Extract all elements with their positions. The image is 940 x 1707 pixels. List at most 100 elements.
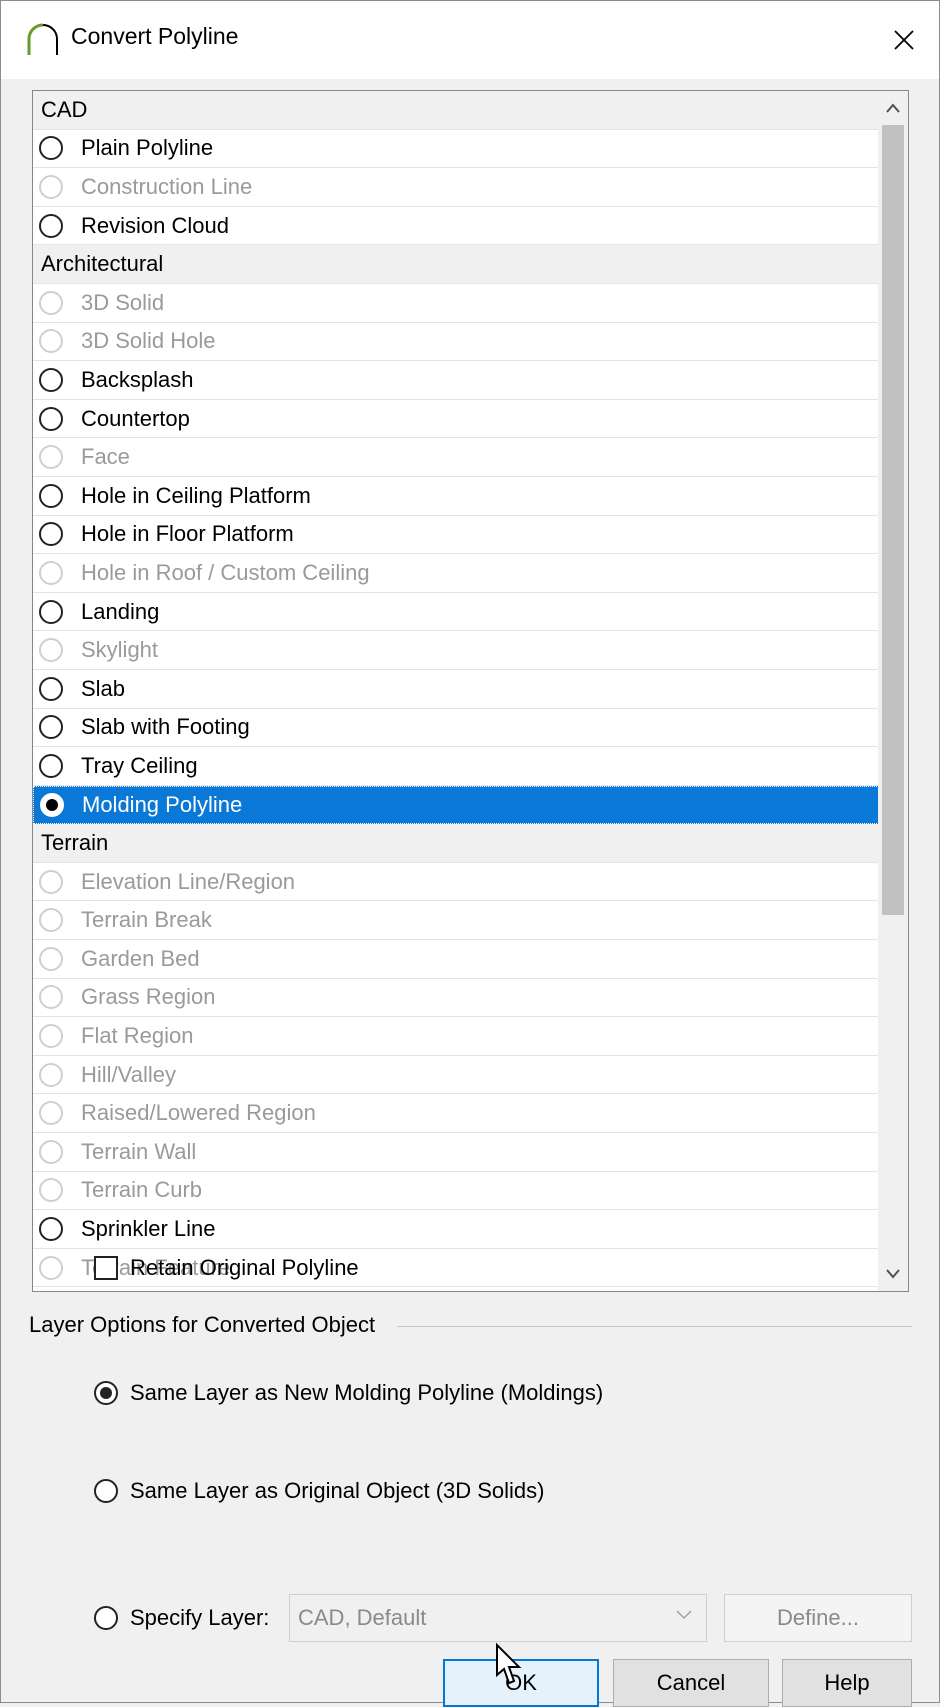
list-item-radio [39, 560, 63, 585]
list-item-label: Hole in Floor Platform [81, 521, 294, 547]
list-item-label: Hole in Ceiling Platform [81, 482, 311, 508]
chevron-down-icon [886, 1269, 900, 1279]
object-type-list-rows: CAD Plain Polyline Construction Line Revisi… [33, 91, 895, 1291]
scroll-up-button[interactable] [878, 91, 908, 125]
list-item-label: Skylight [81, 637, 159, 663]
list-item[interactable]: Plain Polyline [33, 130, 895, 169]
list-item-label: Tray Ceiling [81, 752, 198, 778]
list-item: Hole in Roof / Custom Ceiling [33, 554, 895, 593]
arc-icon [27, 23, 58, 55]
list-item-label: Terrain Wall [81, 1138, 197, 1164]
list-item: Flat Region [33, 1017, 895, 1056]
mouse-cursor-icon [496, 1642, 522, 1685]
list-group-header-label: CAD [41, 96, 88, 122]
scroll-down-button[interactable] [878, 1257, 908, 1291]
list-item-radio[interactable] [39, 213, 63, 238]
list-item: Terrain Curb [33, 1172, 895, 1211]
list-item-radio [39, 1024, 63, 1049]
list-item-label: Face [81, 444, 130, 470]
list-item-radio [39, 869, 63, 894]
convert-polyline-dialog: Convert Polyline CAD Plain Polyline Constr… [0, 0, 940, 1707]
list-item-radio [39, 1062, 63, 1087]
list-group-header: Architectural [33, 245, 895, 284]
list-item-radio [39, 445, 63, 470]
list-item-radio [39, 946, 63, 971]
list-item: Terrain Break [33, 901, 895, 941]
list-item-label: Hill/Valley [81, 1061, 176, 1087]
list-item-radio [39, 638, 63, 663]
list-item-radio [39, 290, 63, 315]
list-item: Elevation Line/Region [33, 863, 895, 902]
list-item-radio[interactable] [40, 792, 64, 817]
close-button[interactable] [869, 1, 939, 79]
list-item: 3D Solid [33, 284, 895, 323]
define-button[interactable]: Define... [724, 1594, 912, 1642]
object-type-list[interactable]: CAD Plain Polyline Construction Line Revisi… [32, 90, 909, 1292]
list-item-label: Terrain Curb [81, 1177, 203, 1203]
list-item-radio[interactable] [39, 483, 63, 508]
same-layer-original-radio[interactable] [94, 1479, 118, 1503]
list-item-radio [39, 908, 63, 933]
specify-layer-option[interactable]: Specify Layer: [94, 1602, 269, 1634]
list-item: Face [33, 438, 895, 477]
specify-layer-label: Specify Layer: [130, 1605, 270, 1630]
list-item-radio[interactable] [39, 715, 63, 740]
retain-original-checkbox-row[interactable]: Retain Original Polyline [94, 1252, 359, 1284]
list-item-radio[interactable] [39, 367, 63, 392]
list-item-label: 3D Solid [81, 289, 165, 315]
same-layer-new-radio[interactable] [94, 1381, 118, 1405]
list-item-label: Hole in Roof / Custom Ceiling [81, 559, 370, 585]
list-group-header-label: Terrain [41, 830, 109, 856]
list-item-radio[interactable] [39, 1217, 63, 1242]
list-item-radio [39, 174, 63, 199]
title-bar: Convert Polyline [1, 1, 939, 79]
chevron-down-icon [676, 1610, 692, 1620]
list-item-label: Elevation Line/Region [81, 868, 296, 894]
list-item[interactable]: Slab with Footing [33, 709, 895, 748]
list-item[interactable]: Sprinkler Line [33, 1210, 895, 1249]
list-item-label: Flat Region [81, 1023, 194, 1049]
dialog-title: Convert Polyline [71, 23, 239, 49]
list-item[interactable]: Tray Ceiling [33, 747, 895, 786]
scroll-thumb[interactable] [882, 125, 904, 915]
list-item[interactable]: Backsplash [33, 361, 895, 400]
list-item-radio[interactable] [39, 753, 63, 778]
list-item-label: Plain Polyline [81, 135, 214, 161]
list-item: Terrain Wall [33, 1133, 895, 1172]
retain-original-checkbox[interactable] [94, 1256, 118, 1280]
cancel-button[interactable]: Cancel [613, 1659, 769, 1707]
list-item[interactable]: Molding Polyline [33, 785, 895, 825]
list-item: Raised/Lowered Region [33, 1094, 895, 1134]
list-item-radio[interactable] [39, 136, 63, 161]
retain-original-label: Retain Original Polyline [130, 1255, 359, 1280]
close-icon [894, 30, 914, 50]
list-item[interactable]: Hole in Floor Platform [33, 516, 895, 555]
list-item-label: Revision Cloud [81, 212, 229, 238]
list-group-header: CAD [33, 91, 895, 130]
vertical-scrollbar[interactable] [878, 91, 908, 1291]
list-item-label: Terrain Break [81, 907, 212, 933]
help-button[interactable]: Help [782, 1659, 912, 1707]
specify-layer-radio[interactable] [94, 1606, 118, 1630]
list-item: Skylight [33, 631, 895, 670]
list-item-radio[interactable] [39, 406, 63, 431]
list-item[interactable]: Slab [33, 670, 895, 709]
list-item[interactable]: Landing [33, 593, 895, 632]
same-layer-original-option[interactable]: Same Layer as Original Object (3D Solids… [94, 1475, 545, 1507]
list-item[interactable]: Terrain Perimeter [33, 1287, 895, 1291]
layer-select[interactable]: CAD, Default [289, 1594, 707, 1642]
list-item[interactable]: Countertop [33, 400, 895, 439]
list-item-radio [39, 985, 63, 1010]
list-item-radio[interactable] [39, 676, 63, 701]
list-item-label: Landing [81, 598, 160, 624]
list-item[interactable]: Revision Cloud [33, 207, 895, 246]
list-item-radio[interactable] [39, 522, 63, 547]
list-item-label: Slab [81, 675, 126, 701]
list-item-radio[interactable] [39, 599, 63, 624]
list-item-label: Slab with Footing [81, 714, 250, 740]
layer-select-value: CAD, Default [298, 1605, 427, 1630]
list-item-label: Sprinkler Line [81, 1216, 216, 1242]
list-item-radio [39, 1139, 63, 1164]
list-item[interactable]: Hole in Ceiling Platform [33, 477, 895, 516]
same-layer-new-option[interactable]: Same Layer as New Molding Polyline (Mold… [94, 1377, 603, 1409]
